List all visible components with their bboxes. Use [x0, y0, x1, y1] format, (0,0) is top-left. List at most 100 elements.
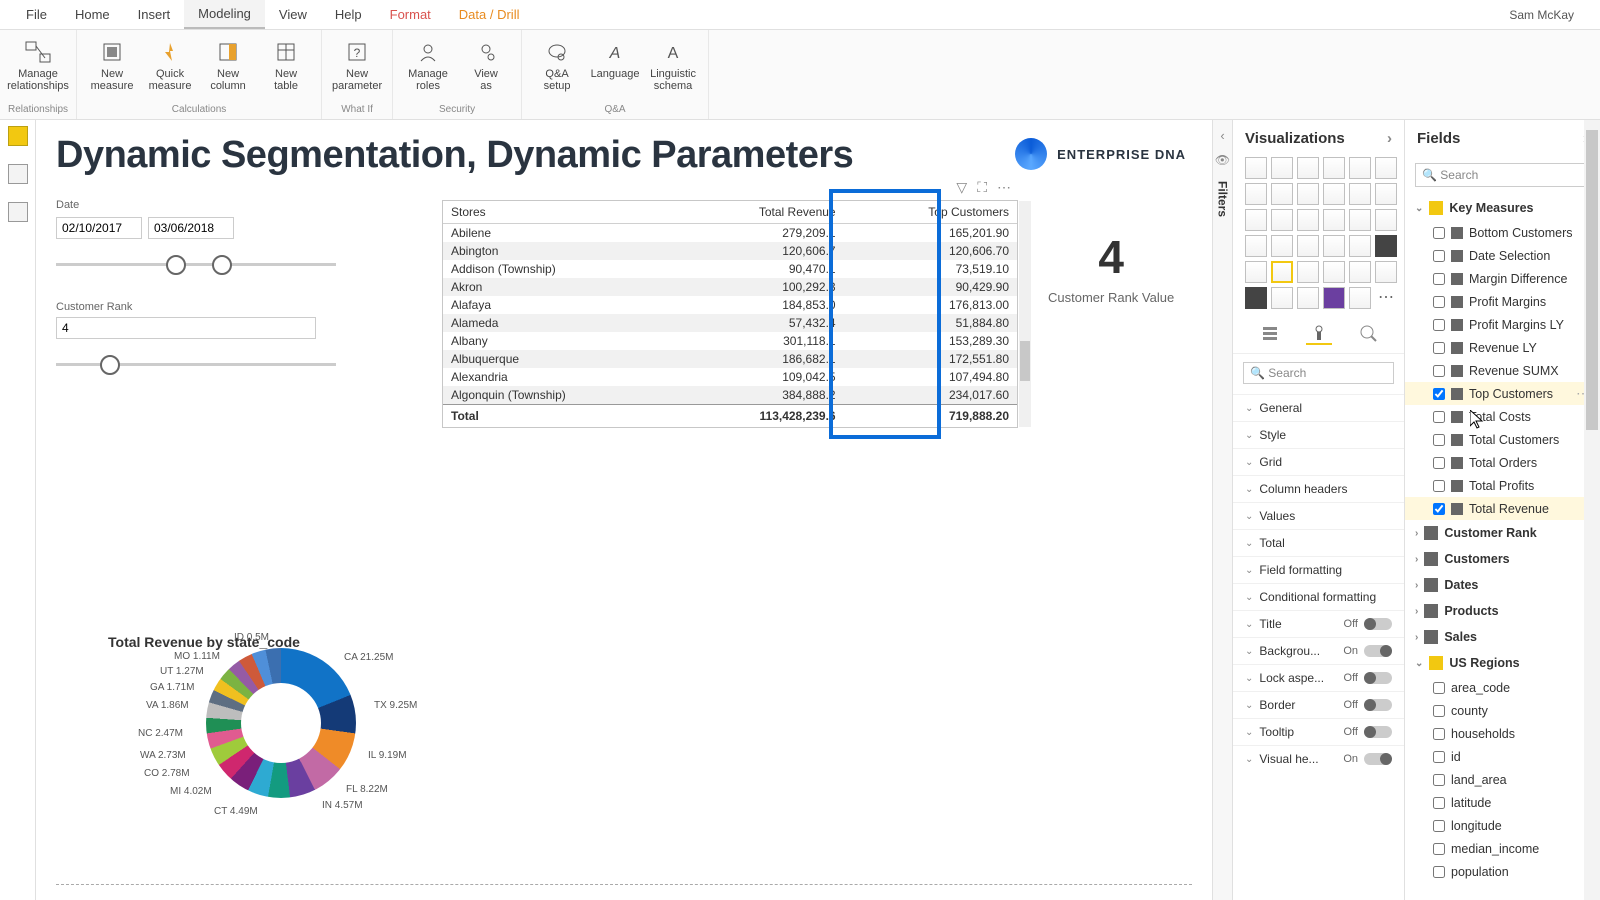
viz-type-icon[interactable]: [1375, 235, 1397, 257]
viz-type-icon[interactable]: [1323, 235, 1345, 257]
fields-search[interactable]: 🔍 Search: [1415, 163, 1590, 187]
viz-type-icon[interactable]: [1375, 261, 1397, 283]
field-checkbox[interactable]: [1433, 705, 1445, 717]
field-item[interactable]: Total Revenue⋯: [1405, 497, 1600, 520]
menu-data-drill[interactable]: Data / Drill: [445, 1, 534, 28]
col-stores[interactable]: Stores: [443, 201, 677, 224]
window-scrollbar[interactable]: [1584, 120, 1600, 900]
table-row[interactable]: Akron100,292.390,429.90: [443, 278, 1017, 296]
field-checkbox[interactable]: [1433, 365, 1445, 377]
col-top-customers[interactable]: Top Customers: [844, 201, 1017, 224]
field-item[interactable]: Profit Margins LY⋯: [1405, 313, 1600, 336]
field-item[interactable]: Revenue SUMX⋯: [1405, 359, 1600, 382]
field-checkbox[interactable]: [1433, 866, 1445, 878]
table-row[interactable]: Abilene279,209.1165,201.90: [443, 224, 1017, 243]
field-item[interactable]: Revenue LY⋯: [1405, 336, 1600, 359]
menu-help[interactable]: Help: [321, 1, 376, 28]
viz-type-icon[interactable]: [1245, 209, 1267, 231]
format-property[interactable]: ⌄TooltipOff: [1233, 718, 1404, 745]
eye-icon[interactable]: 👁: [1215, 153, 1230, 167]
field-item[interactable]: latitude⋯: [1405, 791, 1600, 814]
field-checkbox[interactable]: [1433, 296, 1445, 308]
fields-table-header[interactable]: ›Dates: [1405, 572, 1600, 598]
table-scrollbar[interactable]: [1019, 201, 1031, 427]
slider-thumb-from[interactable]: [166, 255, 186, 275]
manage-relationships-button[interactable]: Manage relationships: [11, 34, 65, 92]
viz-type-icon[interactable]: [1245, 157, 1267, 179]
field-item[interactable]: land_area⋯: [1405, 768, 1600, 791]
field-checkbox[interactable]: [1433, 342, 1445, 354]
field-checkbox[interactable]: [1433, 434, 1445, 446]
format-property[interactable]: ⌄Column headers: [1233, 475, 1404, 502]
menu-view[interactable]: View: [265, 1, 321, 28]
menu-insert[interactable]: Insert: [124, 1, 185, 28]
field-checkbox[interactable]: [1433, 774, 1445, 786]
format-property[interactable]: ⌄Conditional formatting: [1233, 583, 1404, 610]
viz-type-icon[interactable]: [1245, 261, 1267, 283]
fields-table-header[interactable]: ⌄US Regions: [1405, 650, 1600, 676]
field-checkbox[interactable]: [1433, 319, 1445, 331]
field-item[interactable]: households⋯: [1405, 722, 1600, 745]
viz-type-icon[interactable]: ⋯: [1375, 287, 1397, 309]
viz-type-icon[interactable]: [1375, 157, 1397, 179]
field-item[interactable]: longitude⋯: [1405, 814, 1600, 837]
format-property[interactable]: ⌄Visual he...On: [1233, 745, 1404, 772]
date-to-input[interactable]: [148, 217, 234, 239]
viz-type-icon[interactable]: [1297, 183, 1319, 205]
rank-slider[interactable]: [56, 353, 336, 377]
viz-type-icon[interactable]: [1245, 287, 1267, 309]
fields-tab-icon[interactable]: [1257, 323, 1283, 345]
col-total-revenue[interactable]: Total Revenue: [677, 201, 843, 224]
viz-type-icon[interactable]: [1297, 209, 1319, 231]
fields-table-header[interactable]: ›Sales: [1405, 624, 1600, 650]
manage-roles-button[interactable]: Manage roles: [401, 34, 455, 92]
format-property[interactable]: ⌄Lock aspe...Off: [1233, 664, 1404, 691]
format-property[interactable]: ⌄General: [1233, 394, 1404, 421]
table-row[interactable]: Addison (Township)90,470.173,519.10: [443, 260, 1017, 278]
viz-type-icon[interactable]: [1297, 261, 1319, 283]
viz-type-icon[interactable]: [1271, 183, 1293, 205]
analytics-tab-icon[interactable]: [1355, 323, 1381, 345]
viz-type-icon[interactable]: [1271, 157, 1293, 179]
field-item[interactable]: population⋯: [1405, 860, 1600, 883]
format-property[interactable]: ⌄Grid: [1233, 448, 1404, 475]
menu-modeling[interactable]: Modeling: [184, 0, 265, 29]
toggle[interactable]: [1364, 753, 1392, 765]
field-item[interactable]: county⋯: [1405, 699, 1600, 722]
viz-type-icon[interactable]: [1323, 157, 1345, 179]
field-checkbox[interactable]: [1433, 411, 1445, 423]
viz-type-icon[interactable]: [1323, 183, 1345, 205]
new-parameter-button[interactable]: ?New parameter: [330, 34, 384, 92]
menu-home[interactable]: Home: [61, 1, 124, 28]
toggle[interactable]: [1364, 618, 1392, 630]
viz-search[interactable]: 🔍 Search: [1243, 362, 1394, 384]
field-item[interactable]: id⋯: [1405, 745, 1600, 768]
viz-type-icon[interactable]: [1349, 209, 1371, 231]
field-item[interactable]: area_code⋯: [1405, 676, 1600, 699]
data-view-icon[interactable]: [8, 164, 28, 184]
field-item[interactable]: Top Customers⋯: [1405, 382, 1600, 405]
format-property[interactable]: ⌄BorderOff: [1233, 691, 1404, 718]
more-icon[interactable]: ⋯: [997, 179, 1011, 196]
field-item[interactable]: Total Costs⋯: [1405, 405, 1600, 428]
toggle[interactable]: [1364, 699, 1392, 711]
card-visual[interactable]: 4 Customer Rank Value: [1048, 230, 1174, 305]
format-property[interactable]: ⌄Total: [1233, 529, 1404, 556]
filter-icon[interactable]: ▽: [956, 179, 967, 196]
table-visual[interactable]: ▽ ⛶ ⋯ Stores Total Revenue Top Customers…: [442, 200, 1018, 428]
field-item[interactable]: Total Customers⋯: [1405, 428, 1600, 451]
filters-pane-collapsed[interactable]: ‹ 👁 Filters: [1212, 120, 1232, 900]
viz-type-icon[interactable]: [1349, 287, 1371, 309]
field-checkbox[interactable]: [1433, 843, 1445, 855]
table-row[interactable]: Abington120,606.7120,606.70: [443, 242, 1017, 260]
report-canvas[interactable]: Dynamic Segmentation, Dynamic Parameters…: [36, 120, 1212, 900]
fields-table-header[interactable]: ›Customers: [1405, 546, 1600, 572]
format-tab-icon[interactable]: [1306, 323, 1332, 345]
table-row[interactable]: Alameda57,432.451,884.80: [443, 314, 1017, 332]
quick-measure-button[interactable]: Quick measure: [143, 34, 197, 92]
model-view-icon[interactable]: [8, 202, 28, 222]
qa-setup-button[interactable]: Q&A setup: [530, 34, 584, 92]
table-row[interactable]: Alexandria109,042.5107,494.80: [443, 368, 1017, 386]
field-checkbox[interactable]: [1433, 480, 1445, 492]
field-item[interactable]: Bottom Customers⋯: [1405, 221, 1600, 244]
